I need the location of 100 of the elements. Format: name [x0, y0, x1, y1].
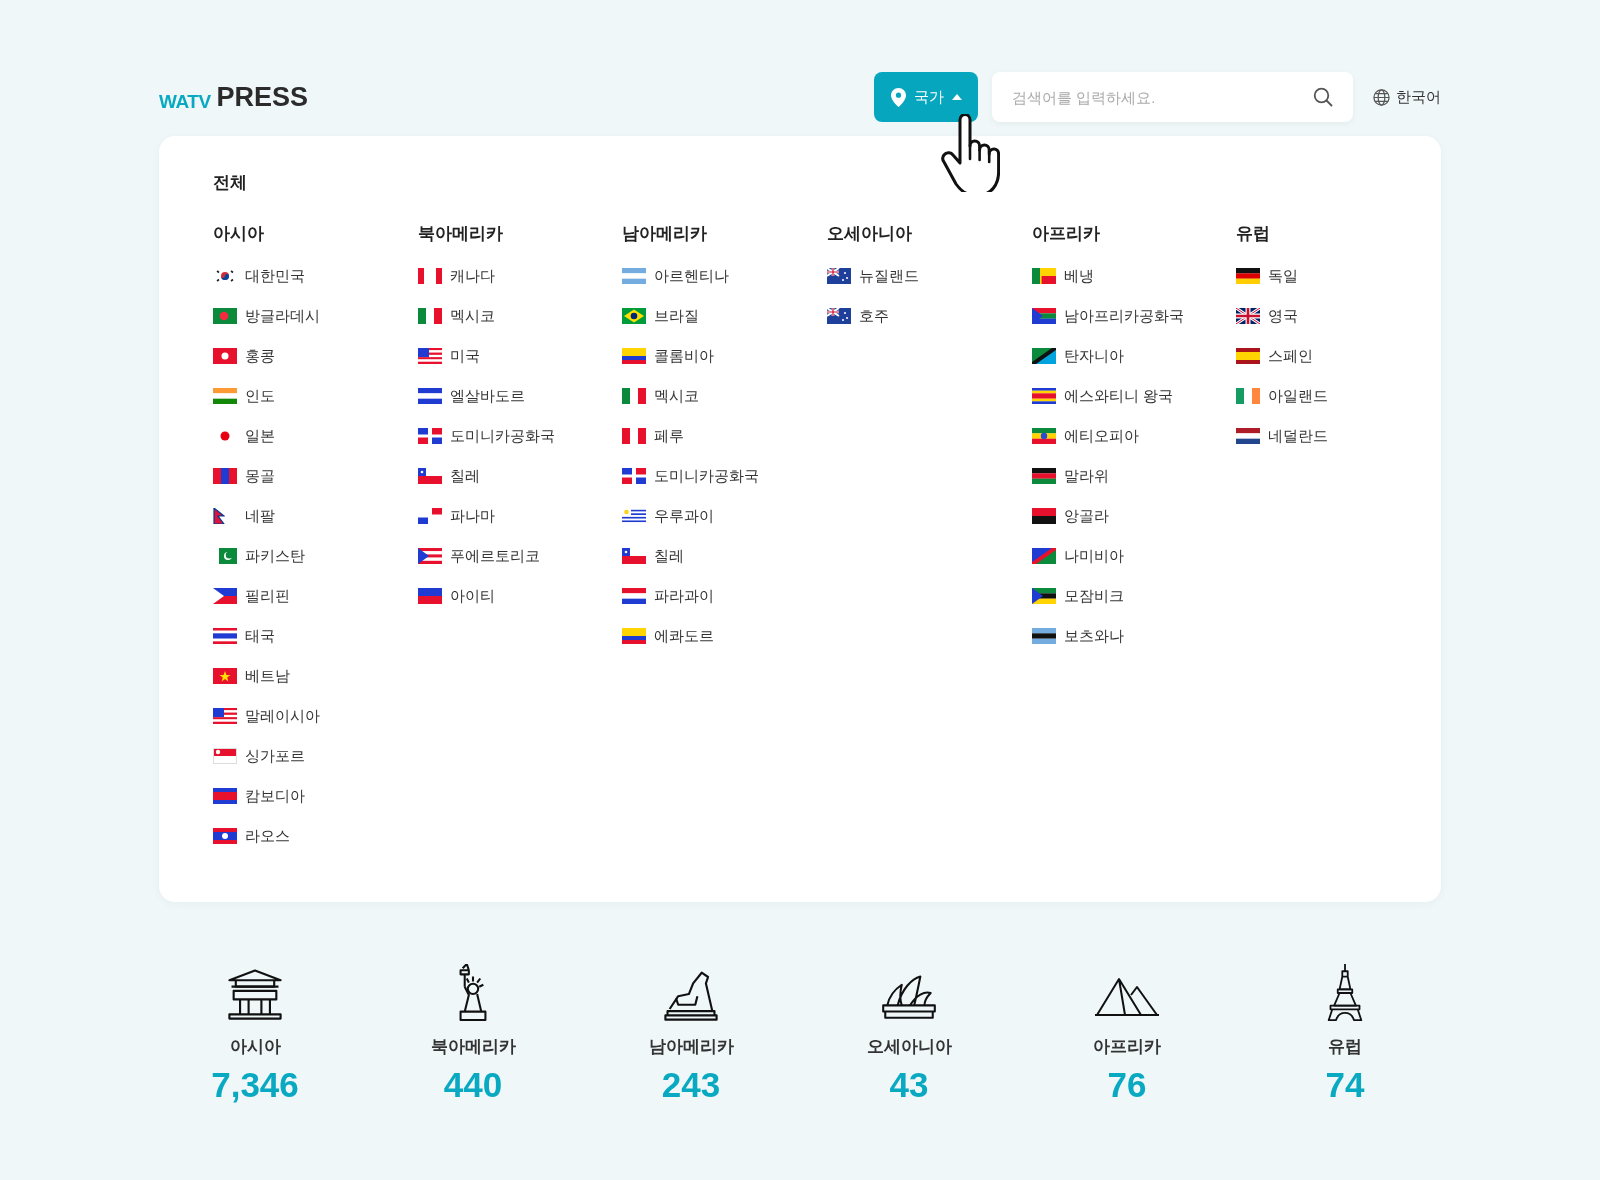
flag-icon — [417, 347, 442, 364]
flag-icon — [213, 787, 237, 804]
logo-prefix: WATV — [159, 91, 211, 111]
flag-icon — [417, 547, 442, 564]
country-link[interactable]: 말레이시아 — [245, 708, 320, 723]
country-link[interactable]: 파라과이 — [654, 588, 715, 603]
country-link[interactable]: 도미니카공화국 — [449, 428, 555, 443]
flag-icon — [1031, 507, 1056, 524]
country-link[interactable]: 푸에르토리코 — [449, 548, 540, 563]
logo-text: PRESS — [216, 83, 309, 111]
country-count: 243 — [661, 1067, 721, 1102]
country-link[interactable]: 네덜란드 — [1268, 428, 1329, 443]
country-link[interactable]: 일본 — [245, 428, 275, 443]
flag-icon — [213, 587, 237, 604]
country-link[interactable]: 라오스 — [245, 828, 290, 843]
region-heading[interactable]: 아시아 — [213, 225, 264, 242]
flag-icon — [622, 427, 647, 444]
region-heading[interactable]: 아프리카 — [1031, 225, 1100, 242]
flag-icon — [622, 587, 647, 604]
country-link[interactable]: 홍콩 — [245, 348, 275, 363]
region-heading[interactable]: 북아메리카 — [417, 225, 503, 242]
flag-icon — [1031, 467, 1056, 484]
flag-icon — [417, 387, 442, 404]
country-link[interactable]: 에스와티니 왕국 — [1063, 388, 1173, 403]
flag-icon — [622, 507, 647, 524]
country-count: 43 — [889, 1067, 929, 1102]
country-link[interactable]: 모잠비크 — [1063, 588, 1124, 603]
country-link[interactable]: 스페인 — [1268, 348, 1314, 363]
country-link[interactable]: 인도 — [245, 388, 275, 403]
country-link[interactable]: 앙골라 — [1063, 508, 1109, 523]
region-heading[interactable]: 남아메리카 — [622, 225, 708, 242]
country-link[interactable]: 멕시코 — [654, 388, 700, 403]
country-link[interactable]: 베트남 — [245, 668, 290, 683]
flag-icon — [417, 267, 442, 284]
flag-icon — [417, 587, 442, 604]
flag-icon — [213, 307, 237, 324]
search-field[interactable]: 검색어를 입력하세요. — [992, 72, 1353, 122]
country-link[interactable]: 필리핀 — [245, 588, 290, 603]
country-link[interactable]: 파키스탄 — [245, 548, 305, 563]
region-heading[interactable]: 오세아니아 — [827, 225, 912, 242]
country-link[interactable]: 캄보디아 — [245, 788, 305, 803]
country-link[interactable]: 칠레 — [654, 548, 685, 563]
country-count: 74 — [1325, 1067, 1365, 1102]
country-link[interactable]: 뉴질랜드 — [859, 268, 919, 283]
country-link[interactable]: 우루과이 — [654, 508, 715, 523]
flag-icon — [1031, 427, 1056, 444]
flag-icon — [1031, 627, 1056, 644]
flag-icon — [622, 627, 647, 644]
flag-icon — [827, 307, 851, 324]
country-link[interactable]: 멕시코 — [449, 308, 495, 323]
country-link[interactable]: 에콰도르 — [654, 628, 715, 643]
country-link[interactable]: 호주 — [859, 308, 889, 323]
all-countries-link[interactable]: 전체 — [213, 174, 247, 191]
country-link[interactable]: 파나마 — [449, 508, 495, 523]
country-link[interactable]: 아이티 — [449, 588, 495, 603]
country-link[interactable]: 보츠와나 — [1063, 628, 1124, 643]
country-link[interactable]: 도미니카공화국 — [654, 468, 760, 483]
flag-icon — [622, 267, 647, 284]
country-link[interactable]: 대한민국 — [245, 268, 305, 283]
search-icon[interactable] — [1313, 87, 1333, 107]
country-link[interactable]: 미국 — [449, 348, 480, 363]
flag-icon — [213, 747, 237, 764]
flag-icon — [213, 347, 237, 364]
country-link[interactable]: 브라질 — [654, 308, 700, 323]
flag-icon — [213, 467, 237, 484]
region-label: 남아메리카 — [648, 1038, 734, 1055]
flag-icon — [1236, 427, 1261, 444]
country-link[interactable]: 남아프리카공화국 — [1063, 308, 1184, 323]
country-link[interactable]: 엘살바도르 — [449, 388, 525, 403]
country-link[interactable]: 페루 — [654, 428, 685, 443]
country-link[interactable]: 베냉 — [1063, 268, 1094, 283]
flag-icon — [827, 267, 851, 284]
language-link[interactable]: 한국어 — [1396, 85, 1441, 109]
country-link[interactable]: 캐나다 — [449, 268, 495, 283]
country-link[interactable]: 말라위 — [1063, 468, 1109, 483]
country-link[interactable]: 영국 — [1268, 308, 1299, 323]
flag-icon — [622, 307, 647, 324]
region-label: 아프리카 — [1093, 1038, 1161, 1055]
region-heading[interactable]: 유럽 — [1236, 225, 1271, 242]
country-link[interactable]: 태국 — [245, 628, 275, 643]
flag-icon — [622, 347, 647, 364]
country-link[interactable]: 아일랜드 — [1268, 388, 1329, 403]
country-link[interactable]: 싱가포르 — [245, 748, 305, 763]
flag-icon — [1031, 267, 1056, 284]
flag-icon — [213, 627, 237, 644]
country-link[interactable]: 독일 — [1268, 268, 1299, 283]
country-link[interactable]: 몽골 — [245, 468, 275, 483]
country-link[interactable]: 방글라데시 — [245, 308, 320, 323]
country-link[interactable]: 나미비아 — [1063, 548, 1124, 563]
country-link[interactable]: 탄자니아 — [1063, 348, 1124, 363]
globe-icon — [1373, 88, 1390, 106]
country-link[interactable]: 에티오피아 — [1063, 428, 1139, 443]
flag-icon — [622, 387, 647, 404]
country-link[interactable]: 칠레 — [449, 468, 480, 483]
flag-icon — [213, 707, 237, 724]
country-link[interactable]: 콜롬비아 — [654, 348, 715, 363]
flag-icon — [417, 307, 442, 324]
country-link[interactable]: 아르헨티나 — [654, 268, 730, 283]
country-link[interactable]: 네팔 — [245, 508, 275, 523]
flag-icon — [1236, 347, 1261, 364]
